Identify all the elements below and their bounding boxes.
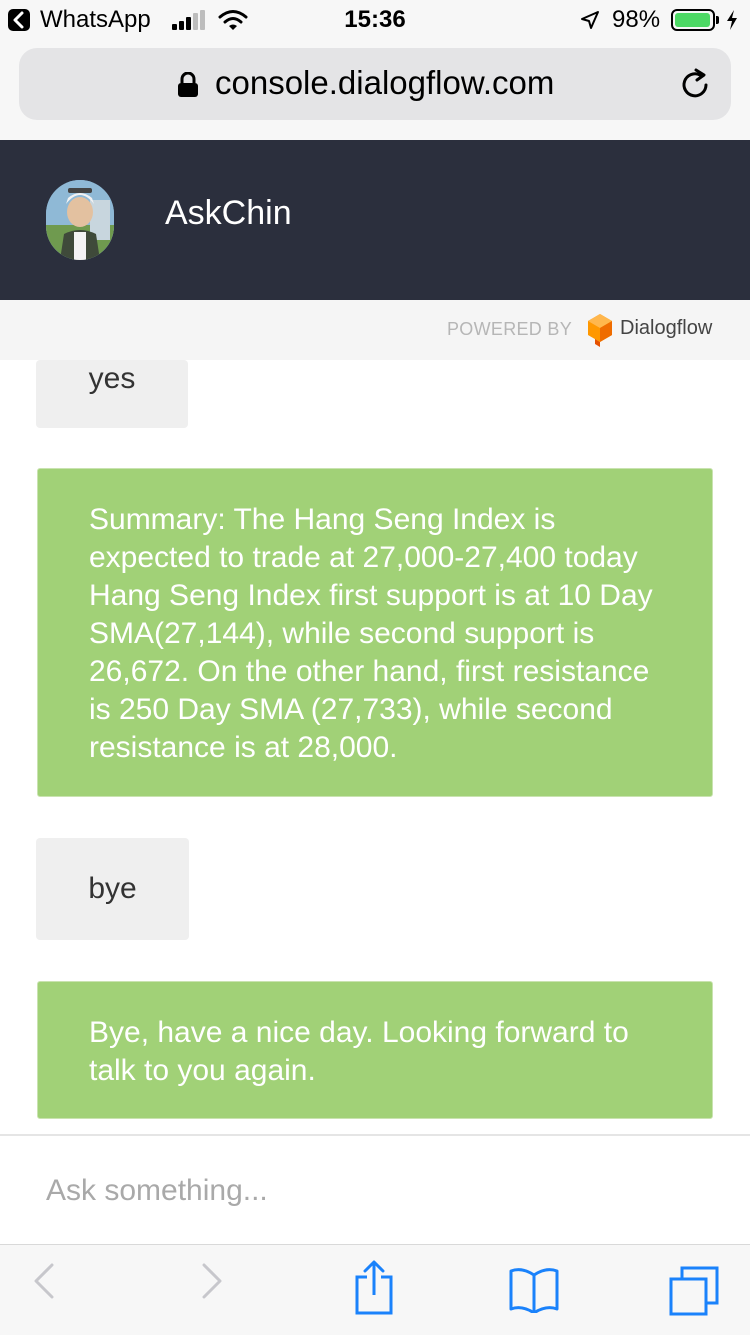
battery-tip bbox=[716, 16, 719, 24]
status-bar: WhatsApp 15:36 98% bbox=[0, 0, 750, 40]
dialogflow-brand[interactable]: Dialogflow bbox=[620, 317, 712, 340]
user-message: bye bbox=[36, 838, 189, 940]
powered-by-label: POWERED BY bbox=[447, 319, 573, 339]
message-input-area bbox=[0, 1134, 750, 1246]
user-message: yes bbox=[36, 360, 188, 428]
dialogflow-logo-icon[interactable] bbox=[587, 313, 613, 347]
battery-percent: 98% bbox=[612, 6, 661, 33]
url-text[interactable]: console.dialogflow.com bbox=[215, 64, 554, 102]
ask-input[interactable] bbox=[46, 1174, 696, 1208]
powered-by-bar: POWERED BY Dialogflow bbox=[0, 300, 750, 360]
reload-icon[interactable] bbox=[679, 68, 713, 102]
back-arrow-icon[interactable] bbox=[30, 1261, 60, 1301]
bot-name: AskChin bbox=[165, 194, 292, 232]
bot-message: Bye, have a nice day. Looking forward to… bbox=[37, 981, 713, 1119]
user-message-text: yes bbox=[88, 362, 136, 395]
share-icon[interactable] bbox=[354, 1259, 394, 1315]
bot-avatar bbox=[46, 180, 114, 260]
tabs-icon[interactable] bbox=[668, 1265, 720, 1317]
user-message-text: bye bbox=[88, 872, 137, 905]
bookmarks-icon[interactable] bbox=[508, 1267, 560, 1313]
forward-arrow-icon[interactable] bbox=[196, 1261, 226, 1301]
chat-header: AskChin bbox=[0, 140, 750, 300]
lock-icon bbox=[178, 72, 198, 97]
charging-bolt-icon bbox=[727, 10, 737, 30]
bot-message-text: Summary: The Hang Seng Index is expected… bbox=[89, 503, 653, 764]
bot-message-text: Bye, have a nice day. Looking forward to… bbox=[89, 1016, 629, 1087]
location-arrow-icon bbox=[581, 11, 599, 29]
browser-address-area: console.dialogflow.com bbox=[0, 40, 750, 140]
address-bar[interactable]: console.dialogflow.com bbox=[19, 48, 731, 120]
battery-icon bbox=[671, 9, 715, 31]
bot-message: Summary: The Hang Seng Index is expected… bbox=[37, 468, 713, 797]
browser-toolbar bbox=[0, 1244, 750, 1335]
